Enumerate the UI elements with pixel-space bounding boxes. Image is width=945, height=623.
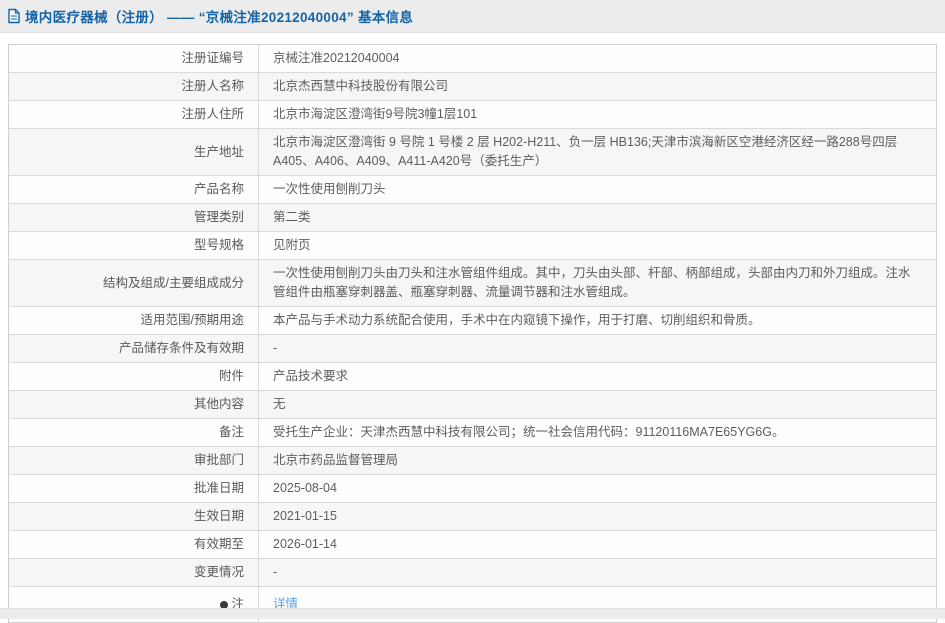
row-value: 北京市海淀区澄湾街 9 号院 1 号楼 2 层 H202-H211、负一层 HB…	[259, 129, 937, 176]
row-label: 批准日期	[9, 475, 259, 503]
table-row: 备注 受托生产企业：天津杰西慧中科技有限公司；统一社会信用代码：91120116…	[9, 419, 937, 447]
table-row: 产品储存条件及有效期 -	[9, 335, 937, 363]
table-row: 注册证编号 京械注准20212040004	[9, 45, 937, 73]
page-header: 境内医疗器械（注册） —— “京械注准20212040004” 基本信息	[0, 0, 945, 33]
row-label: 适用范围/预期用途	[9, 307, 259, 335]
table-row: 生产地址 北京市海淀区澄湾街 9 号院 1 号楼 2 层 H202-H211、负…	[9, 129, 937, 176]
row-value: 北京市药品监督管理局	[259, 447, 937, 475]
table-row: 生效日期 2021-01-15	[9, 503, 937, 531]
table-row: 适用范围/预期用途 本产品与手术动力系统配合使用，手术中在内窥镜下操作，用于打磨…	[9, 307, 937, 335]
row-value: -	[259, 559, 937, 587]
page-title: 境内医疗器械（注册） —— “京械注准20212040004” 基本信息	[25, 6, 413, 26]
row-label: 注册人名称	[9, 73, 259, 101]
row-label: 生效日期	[9, 503, 259, 531]
table-row: 变更情况 -	[9, 559, 937, 587]
table-row: 审批部门 北京市药品监督管理局	[9, 447, 937, 475]
row-value: 见附页	[259, 232, 937, 260]
row-label: 注册人住所	[9, 101, 259, 129]
row-value: 北京杰西慧中科技股份有限公司	[259, 73, 937, 101]
registration-info-table-container: 注册证编号 京械注准20212040004 注册人名称 北京杰西慧中科技股份有限…	[8, 44, 937, 623]
row-label: 型号规格	[9, 232, 259, 260]
footer-strip	[0, 608, 945, 619]
row-label: 附件	[9, 363, 259, 391]
row-value: 2026-01-14	[259, 531, 937, 559]
row-value: 一次性使用刨削刀头	[259, 176, 937, 204]
row-value: 2025-08-04	[259, 475, 937, 503]
table-row: 附件 产品技术要求	[9, 363, 937, 391]
row-value: 北京市海淀区澄湾街9号院3幢1层101	[259, 101, 937, 129]
table-row: 注册人名称 北京杰西慧中科技股份有限公司	[9, 73, 937, 101]
row-value: 无	[259, 391, 937, 419]
info-table-body: 注册证编号 京械注准20212040004 注册人名称 北京杰西慧中科技股份有限…	[9, 45, 937, 623]
row-label: 产品名称	[9, 176, 259, 204]
table-row: 注册人住所 北京市海淀区澄湾街9号院3幢1层101	[9, 101, 937, 129]
row-value: 受托生产企业：天津杰西慧中科技有限公司；统一社会信用代码：91120116MA7…	[259, 419, 937, 447]
table-row: 其他内容 无	[9, 391, 937, 419]
row-label: 审批部门	[9, 447, 259, 475]
row-label: 其他内容	[9, 391, 259, 419]
row-value: 2021-01-15	[259, 503, 937, 531]
table-row: 批准日期 2025-08-04	[9, 475, 937, 503]
row-label: 备注	[9, 419, 259, 447]
row-value: 产品技术要求	[259, 363, 937, 391]
table-row: 结构及组成/主要组成成分 一次性使用刨削刀头由刀头和注水管组件组成。其中，刀头由…	[9, 260, 937, 307]
row-label: 变更情况	[9, 559, 259, 587]
row-label: 管理类别	[9, 204, 259, 232]
row-label: 有效期至	[9, 531, 259, 559]
table-row: 型号规格 见附页	[9, 232, 937, 260]
table-row: 产品名称 一次性使用刨削刀头	[9, 176, 937, 204]
row-value: 本产品与手术动力系统配合使用，手术中在内窥镜下操作，用于打磨、切削组织和骨质。	[259, 307, 937, 335]
row-value: -	[259, 335, 937, 363]
row-value: 第二类	[259, 204, 937, 232]
row-label: 结构及组成/主要组成成分	[9, 260, 259, 307]
row-value: 京械注准20212040004	[259, 45, 937, 73]
row-value: 一次性使用刨削刀头由刀头和注水管组件组成。其中，刀头由头部、杆部、柄部组成，头部…	[259, 260, 937, 307]
row-label: 注册证编号	[9, 45, 259, 73]
row-label: 生产地址	[9, 129, 259, 176]
document-icon	[7, 8, 21, 24]
row-label: 产品储存条件及有效期	[9, 335, 259, 363]
table-row: 管理类别 第二类	[9, 204, 937, 232]
registration-info-table: 注册证编号 京械注准20212040004 注册人名称 北京杰西慧中科技股份有限…	[8, 44, 937, 623]
table-row: 有效期至 2026-01-14	[9, 531, 937, 559]
